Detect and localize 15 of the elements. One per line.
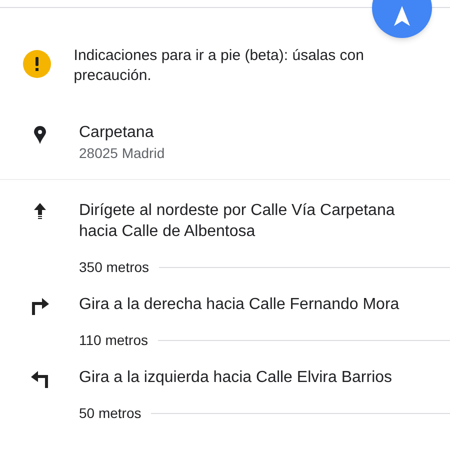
step-instruction: Dirígete al nordeste por Calle Vía Carpetana hacia Calle de Albentosa [79, 201, 396, 242]
straight-arrow-icon [34, 203, 46, 221]
turn-left-icon [30, 370, 48, 388]
warning-icon [22, 50, 51, 78]
step-distance: 50 metros [79, 404, 142, 422]
location-pin-icon [34, 126, 46, 144]
turn-right-icon [30, 297, 48, 315]
step-instruction: Gira a la izquierda hacia Calle Elvira Barrios [79, 368, 394, 388]
step-distance: 350 metros [79, 258, 150, 276]
navigation-arrow-icon [394, 6, 410, 26]
origin-address: 28025 Madrid [79, 144, 165, 163]
origin-name: Carpetana [79, 123, 155, 143]
walking-warning-text: Indicaciones para ir a pie (beta): úsalas con precaución. [74, 46, 365, 86]
step-instruction: Gira a la derecha hacia Calle Fernando Mora [79, 295, 400, 315]
step-distance: 110 metros [79, 331, 148, 349]
